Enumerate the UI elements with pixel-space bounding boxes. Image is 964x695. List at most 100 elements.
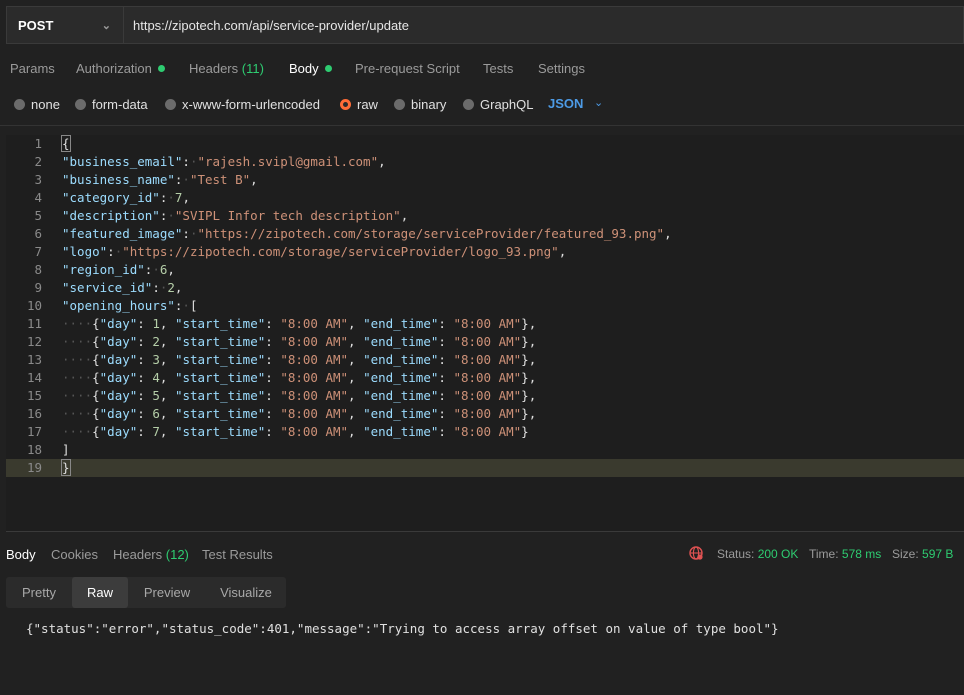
line-code: "region_id":·6, [62, 262, 175, 277]
json-value: "https://zipotech.com/storage/servicePro… [197, 226, 665, 241]
json-key: "business_name" [62, 172, 175, 187]
response-tab-headers[interactable]: Headers (12) [113, 547, 189, 562]
radio-circle-icon [14, 99, 25, 110]
radio-none[interactable]: none [14, 97, 60, 112]
status-value: 200 OK [757, 547, 799, 561]
json-value: "8:00 AM" [280, 316, 349, 331]
response-tab-test-results[interactable]: Test Results [202, 547, 273, 562]
tab-label: Authorization [76, 61, 152, 76]
radio-label: x-www-form-urlencoded [182, 97, 320, 112]
json-value: 7 [152, 424, 160, 439]
radio-circle-icon [394, 99, 405, 110]
line-number: 6 [34, 226, 42, 241]
radio-x-www-form-urlencoded[interactable]: x-www-form-urlencoded [165, 97, 320, 112]
method-select[interactable]: POST ⌄ [7, 7, 124, 43]
tab-tests[interactable]: Tests [483, 61, 513, 76]
divider [0, 125, 964, 126]
response-size: Size: 597 B [892, 547, 953, 561]
radio-label: form-data [92, 97, 148, 112]
tab-settings[interactable]: Settings [538, 61, 585, 76]
json-key: "business_email" [62, 154, 183, 169]
url-input[interactable]: https://zipotech.com/api/service-provide… [124, 7, 409, 43]
status-dot-icon [157, 65, 165, 73]
radio-graphql[interactable]: GraphQL [463, 97, 533, 112]
line-number: 13 [26, 352, 42, 367]
radio-binary[interactable]: binary [394, 97, 446, 112]
response-tab-cookies[interactable]: Cookies [51, 547, 98, 562]
line-code: ····{"day": 6, "start_time": "8:00 AM", … [62, 406, 537, 421]
json-key: "end_time" [363, 406, 439, 421]
line-number: 3 [34, 172, 42, 187]
tab-count: (12) [165, 547, 189, 562]
line-number: 11 [26, 316, 42, 331]
tab-body[interactable]: Body [289, 61, 332, 76]
json-key: "opening_hours" [62, 298, 175, 313]
radio-form-data[interactable]: form-data [75, 97, 148, 112]
radio-raw[interactable]: raw [340, 97, 378, 112]
json-value: 3 [152, 352, 160, 367]
body-editor[interactable]: 1{ 2 "business_email":·"rajesh.svipl@gmai… [6, 135, 964, 532]
request-bar: POST ⌄ https://zipotech.com/api/service-… [6, 6, 964, 44]
editor-line: 4 "category_id":·7, [6, 189, 964, 207]
tab-headers[interactable]: Headers (11) [189, 61, 264, 76]
line-number: 12 [26, 334, 42, 349]
line-number: 5 [34, 208, 42, 223]
line-code: ] [62, 442, 70, 457]
json-key: "end_time" [363, 370, 439, 385]
json-value: "8:00 AM" [280, 406, 349, 421]
line-code: ····{"day": 1, "start_time": "8:00 AM", … [62, 316, 537, 331]
editor-line: 11 ····{"day": 1, "start_time": "8:00 AM"… [6, 315, 964, 333]
view-visualize[interactable]: Visualize [206, 577, 286, 608]
globe-error-icon[interactable] [689, 546, 703, 560]
indent-marker: ···· [62, 424, 93, 439]
json-value: "8:00 AM" [280, 370, 349, 385]
tab-authorization[interactable]: Authorization [76, 61, 165, 76]
body-format-select[interactable]: JSON [548, 96, 583, 111]
json-key: "day" [99, 406, 138, 421]
editor-line: 13 ····{"day": 3, "start_time": "8:00 AM"… [6, 351, 964, 369]
response-time: Time: 578 ms [809, 547, 881, 561]
json-value: "8:00 AM" [453, 388, 522, 403]
view-preview[interactable]: Preview [128, 577, 206, 608]
line-code: ····{"day": 4, "start_time": "8:00 AM", … [62, 370, 537, 385]
json-value: "rajesh.svipl@gmail.com" [197, 154, 379, 169]
line-number: 18 [26, 442, 42, 457]
response-body[interactable]: {"status":"error","status_code":401,"mes… [26, 621, 779, 636]
tab-label: Headers [189, 61, 239, 76]
editor-line: 7 "logo":·"https://zipotech.com/storage/s… [6, 243, 964, 261]
json-value: 4 [152, 370, 160, 385]
line-code: { [61, 135, 71, 152]
tab-params[interactable]: Params [10, 61, 55, 76]
tab-pre-request-script[interactable]: Pre-request Script [355, 61, 460, 76]
json-value: "8:00 AM" [280, 388, 349, 403]
line-code: ····{"day": 5, "start_time": "8:00 AM", … [62, 388, 537, 403]
line-code: "featured_image":·"https://zipotech.com/… [62, 226, 672, 241]
radio-label: binary [411, 97, 447, 112]
response-tab-body[interactable]: Body [6, 547, 36, 562]
json-value: "8:00 AM" [453, 316, 522, 331]
editor-line: 9 "service_id":·2, [6, 279, 964, 297]
tab-label: Headers [113, 547, 163, 562]
json-value: 6 [152, 406, 160, 421]
radio-label: raw [357, 97, 378, 112]
json-key: "start_time" [174, 370, 266, 385]
line-code: "category_id":·7, [62, 190, 190, 205]
time-value: 578 ms [841, 547, 882, 561]
view-raw[interactable]: Raw [72, 577, 128, 608]
response-view-selector: Pretty Raw Preview Visualize [6, 577, 286, 608]
radio-circle-icon [75, 99, 86, 110]
view-pretty[interactable]: Pretty [6, 577, 72, 608]
tab-count: (11) [241, 61, 264, 76]
tab-label: Params [10, 61, 55, 76]
chevron-down-icon[interactable]: ⌄ [594, 96, 603, 109]
json-key: "featured_image" [62, 226, 183, 241]
json-value: "https://zipotech.com/storage/servicePro… [122, 244, 559, 259]
indent-marker: ···· [62, 406, 93, 421]
json-value: "8:00 AM" [453, 370, 522, 385]
json-key: "day" [99, 352, 138, 367]
editor-line: 14 ····{"day": 4, "start_time": "8:00 AM"… [6, 369, 964, 387]
json-value: "Test B" [189, 172, 251, 187]
json-key: "description" [62, 208, 160, 223]
line-code: ····{"day": 3, "start_time": "8:00 AM", … [62, 352, 537, 367]
line-number: 7 [34, 244, 42, 259]
